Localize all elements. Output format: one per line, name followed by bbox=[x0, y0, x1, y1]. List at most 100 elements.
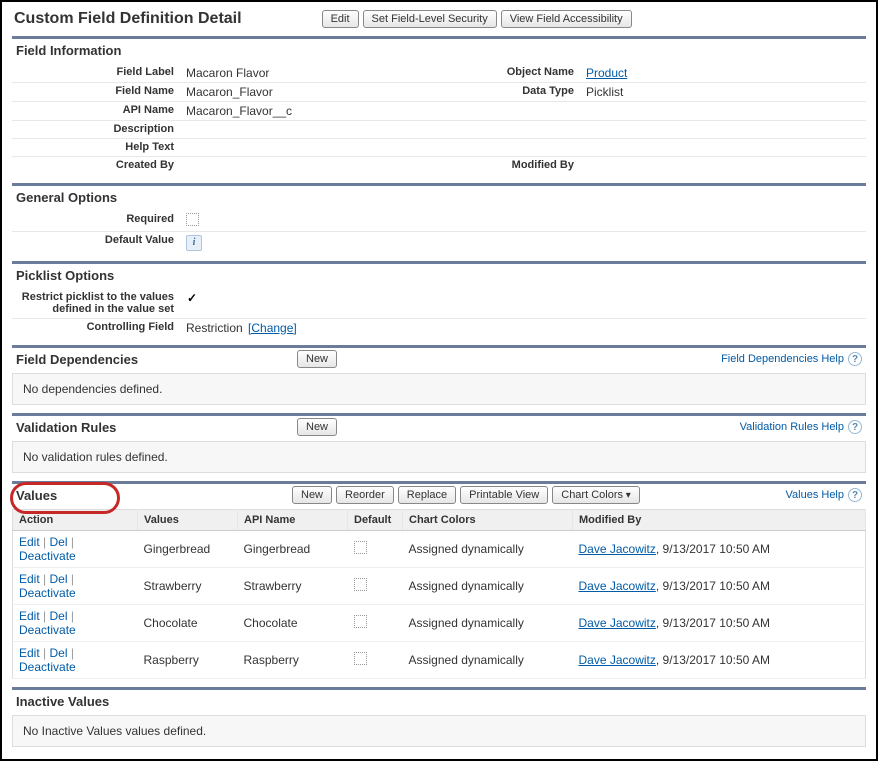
row-modified-by-date: , 9/13/2017 10:50 AM bbox=[656, 653, 770, 667]
picklist-options-title: Picklist Options bbox=[12, 266, 866, 289]
data-type-value: Picklist bbox=[582, 83, 722, 101]
row-deactivate-link[interactable]: Deactivate bbox=[19, 623, 76, 637]
values-table: Action Values API Name Default Chart Col… bbox=[12, 509, 866, 679]
help-icon[interactable]: ? bbox=[848, 420, 862, 434]
controlling-field-change-link[interactable]: [Change] bbox=[248, 321, 297, 335]
field-name-value: Macaron_Flavor bbox=[182, 83, 462, 101]
restrict-label: Restrict picklist to the values defined … bbox=[12, 289, 182, 318]
row-chart-colors: Assigned dynamically bbox=[403, 567, 573, 604]
validation-rules-new-button[interactable]: New bbox=[297, 418, 337, 436]
required-checkbox bbox=[186, 213, 199, 226]
col-modified-by: Modified By bbox=[573, 509, 866, 530]
row-api-name: Strawberry bbox=[238, 567, 348, 604]
row-value: Strawberry bbox=[138, 567, 238, 604]
values-title: Values bbox=[16, 488, 57, 503]
table-row: Edit | Del | DeactivateChocolateChocolat… bbox=[13, 604, 866, 641]
row-edit-link[interactable]: Edit bbox=[19, 572, 40, 586]
validation-rules-section: Validation Rules New Validation Rules He… bbox=[12, 413, 866, 473]
data-type-label: Data Type bbox=[462, 83, 582, 101]
row-modified-by-name[interactable]: Dave Jacowitz bbox=[579, 542, 656, 556]
field-name-label: Field Name bbox=[12, 83, 182, 101]
row-deactivate-link[interactable]: Deactivate bbox=[19, 549, 76, 563]
field-dependencies-section: Field Dependencies New Field Dependencie… bbox=[12, 345, 866, 405]
validation-rules-title: Validation Rules bbox=[16, 420, 116, 435]
help-text-label: Help Text bbox=[12, 139, 182, 156]
row-edit-link[interactable]: Edit bbox=[19, 609, 40, 623]
help-icon[interactable]: ? bbox=[848, 352, 862, 366]
values-replace-button[interactable]: Replace bbox=[398, 486, 456, 504]
help-icon[interactable]: ? bbox=[848, 488, 862, 502]
row-api-name: Raspberry bbox=[238, 641, 348, 678]
table-row: Edit | Del | DeactivateStrawberryStrawbe… bbox=[13, 567, 866, 604]
row-modified-by-date: , 9/13/2017 10:50 AM bbox=[656, 616, 770, 630]
row-modified-by-date: , 9/13/2017 10:50 AM bbox=[656, 542, 770, 556]
modified-by-value bbox=[582, 157, 722, 175]
row-del-link[interactable]: Del bbox=[49, 609, 67, 623]
row-modified-by-date: , 9/13/2017 10:50 AM bbox=[656, 579, 770, 593]
inactive-values-section: Inactive Values No Inactive Values value… bbox=[12, 687, 866, 747]
row-value: Gingerbread bbox=[138, 530, 238, 567]
row-deactivate-link[interactable]: Deactivate bbox=[19, 660, 76, 674]
row-modified-by-name[interactable]: Dave Jacowitz bbox=[579, 616, 656, 630]
row-default-checkbox bbox=[354, 541, 367, 554]
help-text-value bbox=[182, 139, 866, 156]
field-information-title: Field Information bbox=[12, 41, 866, 64]
row-default-checkbox bbox=[354, 578, 367, 591]
page-title: Custom Field Definition Detail bbox=[14, 10, 242, 28]
info-icon[interactable]: i bbox=[186, 235, 202, 251]
field-label-label: Field Label bbox=[12, 64, 182, 82]
col-api-name: API Name bbox=[238, 509, 348, 530]
controlling-field-value: Restriction bbox=[186, 321, 243, 335]
row-edit-link[interactable]: Edit bbox=[19, 646, 40, 660]
created-by-label: Created By bbox=[12, 157, 182, 175]
edit-button[interactable]: Edit bbox=[322, 10, 359, 28]
description-label: Description bbox=[12, 121, 182, 138]
api-name-value: Macaron_Flavor__c bbox=[182, 102, 866, 120]
row-default-checkbox bbox=[354, 652, 367, 665]
field-dependencies-help-link[interactable]: Field Dependencies Help bbox=[721, 353, 844, 365]
row-chart-colors: Assigned dynamically bbox=[403, 530, 573, 567]
col-values: Values bbox=[138, 509, 238, 530]
general-options-title: General Options bbox=[12, 188, 866, 211]
picklist-options-section: Picklist Options Restrict picklist to th… bbox=[12, 261, 866, 337]
table-row: Edit | Del | DeactivateRaspberryRaspberr… bbox=[13, 641, 866, 678]
row-del-link[interactable]: Del bbox=[49, 646, 67, 660]
validation-rules-help-link[interactable]: Validation Rules Help bbox=[740, 421, 844, 433]
values-section: Values New Reorder Replace Printable Vie… bbox=[12, 481, 866, 679]
values-chart-colors-button[interactable]: Chart Colors bbox=[552, 486, 640, 504]
modified-by-label: Modified By bbox=[462, 157, 582, 175]
row-chart-colors: Assigned dynamically bbox=[403, 604, 573, 641]
object-name-link[interactable]: Product bbox=[586, 66, 627, 80]
row-modified-by-name[interactable]: Dave Jacowitz bbox=[579, 579, 656, 593]
row-edit-link[interactable]: Edit bbox=[19, 535, 40, 549]
values-new-button[interactable]: New bbox=[292, 486, 332, 504]
field-dependencies-title: Field Dependencies bbox=[16, 352, 138, 367]
row-del-link[interactable]: Del bbox=[49, 535, 67, 549]
field-label-value: Macaron Flavor bbox=[182, 64, 462, 82]
controlling-field-label: Controlling Field bbox=[12, 319, 182, 337]
api-name-label: API Name bbox=[12, 102, 182, 120]
row-deactivate-link[interactable]: Deactivate bbox=[19, 586, 76, 600]
values-reorder-button[interactable]: Reorder bbox=[336, 486, 394, 504]
values-help-link[interactable]: Values Help bbox=[786, 489, 845, 501]
table-row: Edit | Del | DeactivateGingerbreadGinger… bbox=[13, 530, 866, 567]
row-modified-by-name[interactable]: Dave Jacowitz bbox=[579, 653, 656, 667]
header-buttons: Edit Set Field-Level Security View Field… bbox=[322, 10, 632, 28]
row-value: Chocolate bbox=[138, 604, 238, 641]
field-dependencies-new-button[interactable]: New bbox=[297, 350, 337, 368]
inactive-values-message: No Inactive Values values defined. bbox=[12, 715, 866, 747]
set-field-level-security-button[interactable]: Set Field-Level Security bbox=[363, 10, 497, 28]
general-options-section: General Options Required Default Value i bbox=[12, 183, 866, 253]
view-field-accessibility-button[interactable]: View Field Accessibility bbox=[501, 10, 632, 28]
validation-rules-message: No validation rules defined. bbox=[12, 441, 866, 473]
restrict-checkbox bbox=[186, 293, 199, 306]
created-by-value bbox=[182, 157, 462, 175]
row-api-name: Chocolate bbox=[238, 604, 348, 641]
col-default: Default bbox=[348, 509, 403, 530]
values-printable-view-button[interactable]: Printable View bbox=[460, 486, 548, 504]
field-dependencies-message: No dependencies defined. bbox=[12, 373, 866, 405]
row-api-name: Gingerbread bbox=[238, 530, 348, 567]
row-del-link[interactable]: Del bbox=[49, 572, 67, 586]
inactive-values-title: Inactive Values bbox=[12, 692, 866, 715]
page-header: Custom Field Definition Detail Edit Set … bbox=[6, 6, 872, 36]
